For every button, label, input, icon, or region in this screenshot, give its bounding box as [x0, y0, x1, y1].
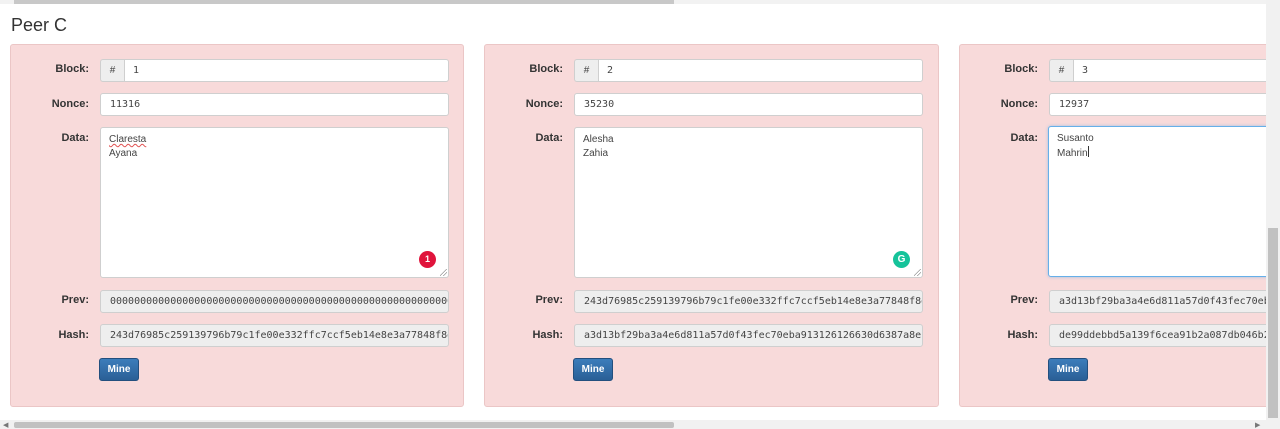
prev-hash-field: 0000000000000000000000000000000000000000… [100, 290, 449, 313]
error-count-badge[interactable]: 1 [419, 251, 436, 268]
hash-addon: # [100, 59, 124, 82]
hash-field: de99ddebbd5a139f6cea91b2a087db046b2a0be [1049, 324, 1280, 347]
data-line: Ayana [109, 148, 138, 159]
hash-addon: # [574, 59, 598, 82]
hash-label: Hash: [58, 329, 89, 341]
block-label: Block: [529, 63, 563, 75]
nonce-label: Nonce: [51, 98, 89, 110]
peer-title: Peer C [11, 15, 68, 35]
data-line: Zahia [583, 148, 609, 159]
prev-label: Prev: [535, 294, 563, 306]
prev-label: Prev: [61, 294, 89, 306]
hash-label: Hash: [532, 329, 563, 341]
nonce-input[interactable]: 11316 [100, 93, 449, 116]
mine-button[interactable]: Mine [573, 358, 613, 381]
data-line-text: Mahrin [1057, 148, 1088, 159]
scroll-right-icon[interactable]: ▶ [1255, 421, 1260, 429]
mine-button[interactable]: Mine [1048, 358, 1088, 381]
prev-hash-field: a3d13bf29ba3a4e6d811a57d0f43fec70eba9131… [1049, 290, 1280, 313]
data-line: Susanto [1057, 133, 1094, 144]
mine-button[interactable]: Mine [99, 358, 139, 381]
data-label: Data: [61, 132, 89, 144]
hash-field: a3d13bf29ba3a4e6d811a57d0f43fec70eba9131… [574, 324, 923, 347]
nonce-input[interactable]: 12937 [1049, 93, 1280, 116]
block-card-2: Block: # 2 Nonce: 35230 Data: Alesha Zah… [484, 44, 939, 407]
block-card-3: Block: # 3 Nonce: 12937 Data: Susanto Ma… [959, 44, 1280, 407]
block-number-input[interactable]: 3 [1073, 59, 1280, 82]
block-label: Block: [1004, 63, 1038, 75]
block-label: Block: [55, 63, 89, 75]
nonce-label: Nonce: [1000, 98, 1038, 110]
nonce-label: Nonce: [525, 98, 563, 110]
hash-field: 243d76985c259139796b79c1fe00e332ffc7ccf5… [100, 324, 449, 347]
hash-addon: # [1049, 59, 1073, 82]
block-number-input[interactable]: 2 [598, 59, 923, 82]
data-line: Mahrin [1057, 146, 1279, 161]
prev-label: Prev: [1010, 294, 1038, 306]
block-number-group: # 3 [1049, 59, 1280, 82]
prev-hash-field: 243d76985c259139796b79c1fe00e332ffc7ccf5… [574, 290, 923, 313]
data-label: Data: [535, 132, 563, 144]
resize-grip-icon[interactable] [914, 269, 921, 276]
text-caret [1087, 146, 1089, 157]
horizontal-scrollbar-thumb[interactable] [14, 422, 674, 428]
data-textarea[interactable]: Susanto Mahrin [1048, 126, 1280, 277]
vertical-scrollbar-thumb[interactable] [1268, 228, 1278, 418]
data-line: Alesha [583, 134, 614, 145]
data-line: Claresta [109, 134, 147, 145]
nonce-input[interactable]: 35230 [574, 93, 923, 116]
block-number-group: # 2 [574, 59, 923, 82]
scroll-left-icon[interactable]: ◀ [3, 421, 8, 429]
block-number-group: # 1 [100, 59, 449, 82]
data-label: Data: [1010, 132, 1038, 144]
data-textarea[interactable]: Claresta Ayana 1 [100, 127, 449, 278]
grammarly-icon[interactable]: G [893, 251, 910, 268]
data-textarea[interactable]: Alesha Zahia G [574, 127, 923, 278]
top-scroll-thumb[interactable] [14, 0, 674, 4]
block-number-input[interactable]: 1 [124, 59, 449, 82]
resize-grip-icon[interactable] [440, 269, 447, 276]
block-card-1: Block: # 1 Nonce: 11316 Data: Claresta A… [10, 44, 464, 407]
hash-label: Hash: [1007, 329, 1038, 341]
